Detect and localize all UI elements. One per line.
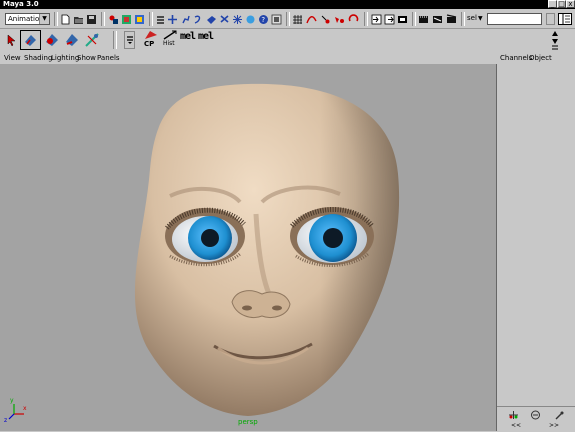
new-scene-icon[interactable] <box>60 14 71 25</box>
head-model[interactable] <box>134 83 400 417</box>
perspective-viewport[interactable]: x y z persp <box>0 64 497 431</box>
status-line: Animation ▼ ? sel ▼ <box>0 9 575 29</box>
lasso-tool-button[interactable] <box>20 30 41 50</box>
channel-box-prev-button[interactable]: << <box>511 422 521 429</box>
toolbar-divider <box>412 12 416 26</box>
attribute-editor-icon[interactable] <box>530 410 541 420</box>
title-bar: Maya 3.0 _ □ x <box>0 0 575 9</box>
shelf-menu-icon[interactable] <box>551 45 559 51</box>
hist-label: Hist <box>163 40 175 47</box>
right-pupil <box>323 228 343 248</box>
chevron-down-icon[interactable]: ▼ <box>39 14 49 24</box>
line-toggle-button[interactable] <box>546 13 555 25</box>
select-dynamics-icon[interactable] <box>232 14 243 25</box>
maximize-button[interactable]: □ <box>557 0 566 8</box>
channel-box-footer: << >> <box>497 406 575 432</box>
panel-menu-shading[interactable]: Shading <box>24 54 52 63</box>
scale-tool-icon[interactable] <box>84 32 100 48</box>
panel-menu-view[interactable]: View <box>4 54 21 63</box>
select-handle-icon[interactable] <box>167 14 178 25</box>
channel-box <box>497 64 575 406</box>
rotate-tool-icon[interactable] <box>64 32 80 48</box>
select-surface-icon[interactable] <box>206 14 217 25</box>
snap-to-view-plane-icon[interactable] <box>334 14 345 25</box>
select-object-icon[interactable] <box>121 14 132 25</box>
lock-selection-icon[interactable] <box>271 14 282 25</box>
toolbar-divider <box>101 12 105 26</box>
channel-box-toggle-icon[interactable] <box>558 13 572 25</box>
shelf-scroll-down-icon[interactable] <box>551 38 559 45</box>
panel-menu-lighting[interactable]: Lighting <box>51 54 79 63</box>
axis-label-x: x <box>23 405 27 412</box>
quick-select-field[interactable] <box>487 13 542 25</box>
mask-menu-icon[interactable] <box>155 14 166 25</box>
tool-settings-icon[interactable] <box>554 410 565 420</box>
quick-select-label: sel <box>467 14 477 22</box>
shelf-mel-button-1[interactable]: mel <box>180 31 196 42</box>
input-connections-icon[interactable] <box>371 14 382 25</box>
lasso-tool-icon <box>25 35 36 46</box>
shelf-cp-button[interactable]: CP <box>142 30 160 50</box>
chevron-down-icon[interactable]: ▼ <box>478 14 483 23</box>
close-button[interactable]: x <box>566 0 575 8</box>
cp-label: CP <box>144 40 155 48</box>
make-live-icon[interactable] <box>348 14 359 25</box>
select-tool-icon[interactable] <box>5 33 18 47</box>
axis-gizmo <box>8 404 24 420</box>
render-current-frame-icon[interactable] <box>418 14 429 25</box>
left-pupil <box>201 229 219 247</box>
axis-label-z: z <box>4 417 8 424</box>
output-connections-icon[interactable] <box>384 14 395 25</box>
menu-set-dropdown[interactable]: Animation ▼ <box>5 13 50 25</box>
axis-label-y: y <box>10 397 14 404</box>
window-title: Maya 3.0 <box>3 0 39 8</box>
history-icon <box>163 30 177 40</box>
toolbar-divider <box>54 12 58 26</box>
select-deformation-icon[interactable] <box>219 14 230 25</box>
channel-box-next-button[interactable]: >> <box>549 422 559 429</box>
shelf: CP Hist mel mel <box>0 29 575 52</box>
channel-menu-object[interactable]: Object <box>529 54 552 63</box>
menu-icon <box>127 36 133 44</box>
snap-to-point-icon[interactable] <box>320 14 331 25</box>
select-component-icon[interactable] <box>134 14 145 25</box>
create-polygon-icon <box>145 31 157 39</box>
render-globals-icon[interactable] <box>446 14 457 25</box>
minimize-button[interactable]: _ <box>548 0 557 8</box>
snap-to-grid-icon[interactable] <box>292 14 303 25</box>
shelf-hist-button[interactable]: Hist <box>162 30 180 50</box>
move-tool-icon[interactable] <box>44 32 60 48</box>
select-rendering-icon[interactable] <box>245 14 256 25</box>
toolbar-divider <box>113 31 117 49</box>
layer-editor-icon[interactable] <box>508 410 519 420</box>
open-scene-icon[interactable] <box>73 14 84 25</box>
toolbar-divider <box>461 12 465 26</box>
scene-render <box>8 83 400 420</box>
select-hierarchy-icon[interactable] <box>108 14 119 25</box>
shelf-mel-button-2[interactable]: mel <box>198 31 214 42</box>
camera-name-label: persp <box>238 418 258 426</box>
panel-menu-panels[interactable]: Panels <box>97 54 120 63</box>
shelf-scroll-up-icon[interactable] <box>551 30 559 37</box>
channel-menu-channels[interactable]: Channels <box>500 54 532 63</box>
save-scene-icon[interactable] <box>86 14 97 25</box>
toolbar-divider <box>364 12 368 26</box>
snap-to-curve-icon[interactable] <box>306 14 317 25</box>
ipr-render-icon[interactable] <box>432 14 443 25</box>
select-curve-icon[interactable] <box>193 14 204 25</box>
select-misc-icon[interactable]: ? <box>258 14 269 25</box>
shelf-tab-menu[interactable] <box>124 31 135 49</box>
svg-text:?: ? <box>261 16 265 24</box>
construction-history-icon[interactable] <box>397 14 408 25</box>
toolbar-divider <box>149 12 153 26</box>
select-joint-icon[interactable] <box>180 14 191 25</box>
toolbar-divider <box>286 12 290 26</box>
panel-menu-show[interactable]: Show <box>77 54 96 63</box>
